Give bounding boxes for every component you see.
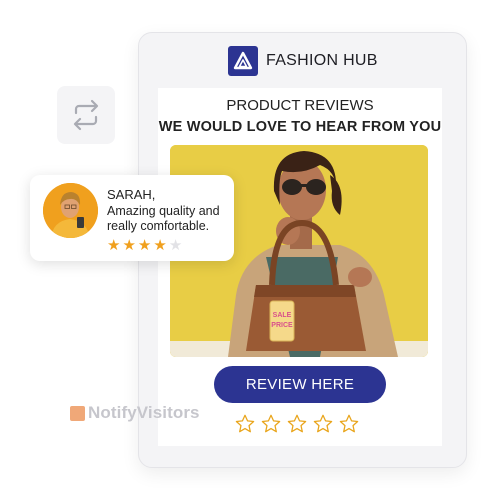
review-text: Amazing quality and really comfortable. <box>107 204 220 233</box>
avatar <box>43 183 98 238</box>
repeat-icon[interactable] <box>67 96 105 134</box>
repeat-tile[interactable] <box>57 86 115 144</box>
star-filled-icon: ★ <box>137 237 152 254</box>
review-here-button[interactable]: REVIEW HERE <box>214 366 386 403</box>
star-filled-icon: ★ <box>122 237 136 254</box>
watermark: NotifyVisitors <box>70 403 200 423</box>
brand-header: FASHION HUB <box>228 45 378 77</box>
review-bubble: SARAH, Amazing quality and really comfor… <box>30 175 234 261</box>
notifyvisitors-logo-icon <box>70 405 85 421</box>
sale-tag-line1: SALE <box>273 312 292 319</box>
sale-tag: SALE PRICE <box>269 300 295 342</box>
rating-star-outline-icon[interactable] <box>286 413 308 435</box>
watermark-suffix: Visitors <box>136 403 200 422</box>
sale-tag-line2: PRICE <box>271 322 293 329</box>
review-card: PRODUCT REVIEWS WE WOULD LOVE TO HEAR FR… <box>158 88 442 446</box>
rating-star-outline-icon[interactable] <box>338 413 360 435</box>
card-title: PRODUCT REVIEWS <box>226 97 374 114</box>
watermark-prefix: Notify <box>88 403 137 422</box>
brand-name: FASHION HUB <box>266 52 378 69</box>
stage: FASHION HUB PRODUCT REVIEWS WE WOULD LOV… <box>0 0 500 500</box>
star-empty-icon: ★ <box>168 237 183 254</box>
star-filled-icon: ★ <box>153 237 167 254</box>
rating-star-outline-icon[interactable] <box>260 413 282 435</box>
rating-input[interactable] <box>234 413 360 435</box>
reviewer-name: SARAH, <box>107 187 156 202</box>
star-filled-icon: ★ <box>107 237 121 254</box>
triangle-logo-icon <box>228 46 258 76</box>
card-subtitle: WE WOULD LOVE TO HEAR FROM YOU <box>158 119 442 135</box>
review-stars: ★ ★ ★ ★ ★ <box>107 238 182 253</box>
watermark-text: NotifyVisitors <box>88 403 200 423</box>
rating-star-outline-icon[interactable] <box>234 413 256 435</box>
rating-star-outline-icon[interactable] <box>312 413 334 435</box>
